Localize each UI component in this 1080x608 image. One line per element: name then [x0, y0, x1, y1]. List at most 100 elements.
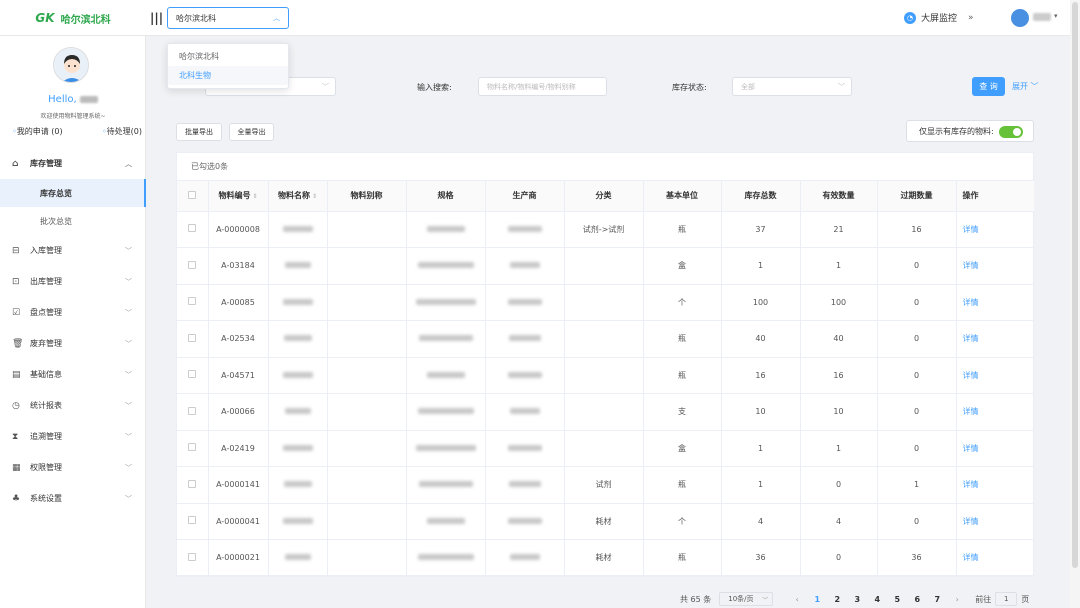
row-checkbox[interactable] [177, 503, 209, 540]
row-checkbox[interactable] [177, 211, 209, 248]
goto-input[interactable]: 1 [995, 592, 1018, 606]
cell-maker [485, 211, 565, 248]
user-avatar[interactable] [1011, 9, 1029, 27]
row-checkbox[interactable] [177, 320, 209, 358]
cell-maker [485, 357, 565, 394]
cell-action: 详情 [956, 430, 1034, 467]
cell-total: 1 [721, 247, 801, 285]
table-row[interactable]: A-0000008 试剂->试剂瓶 37 21 16 详情 [177, 211, 1034, 248]
page-scrollbar-thumb[interactable] [1072, 2, 1078, 568]
sidebar-item-settings[interactable]: ♣ 系统设置 ﹀ [0, 483, 146, 514]
cell-code: A-00066 [208, 393, 269, 431]
table-row[interactable]: A-0000021 耗材瓶 36 0 36 详情 [177, 539, 1034, 577]
col-header-name[interactable]: 物料名称 ⇕ [268, 181, 328, 212]
sidebar-item-inbound[interactable]: ⊟ 入库管理 ﹀ [0, 235, 146, 266]
sidebar-item-trace[interactable]: ⧗ 追溯管理 ﹀ [0, 421, 146, 452]
task-counts: ◦我的申请 (0) ◦待处理(0) [12, 126, 142, 137]
detail-link[interactable]: 详情 [963, 261, 979, 270]
sort-icon[interactable]: ⇕ [252, 193, 257, 200]
cell-valid: 21 [800, 211, 878, 248]
stock-table: 已勾选0条 物料编号 ⇕ 物料名称 ⇕ 物料别称 规格 生产商 分类 基本单位 库存… [176, 152, 1034, 577]
detail-link[interactable]: 详情 [963, 225, 979, 234]
cell-spec [406, 357, 486, 394]
row-checkbox[interactable] [177, 393, 209, 431]
detail-link[interactable]: 详情 [963, 517, 979, 526]
detail-link[interactable]: 详情 [963, 407, 979, 416]
page-number[interactable]: 4 [867, 595, 887, 604]
all-export-button[interactable]: 全量导出 [229, 123, 274, 141]
expand-button[interactable]: 展开 ﹀ [1012, 81, 1039, 92]
prev-page-icon[interactable]: ‹ [787, 595, 807, 604]
page-number[interactable]: 3 [847, 595, 867, 604]
table-row[interactable]: A-02419 盒 1 1 0 详情 [177, 430, 1034, 467]
pending-link[interactable]: ◦待处理(0) [102, 126, 142, 137]
page-size-select[interactable]: 10条/页 ﹀ [719, 592, 774, 606]
row-checkbox[interactable] [177, 466, 209, 504]
row-checkbox[interactable] [177, 357, 209, 394]
select-all-checkbox[interactable] [177, 181, 209, 212]
cell-name [268, 393, 328, 431]
row-checkbox[interactable] [177, 284, 209, 321]
detail-link[interactable]: 详情 [963, 298, 979, 307]
table-row[interactable]: A-02534 瓶 40 40 0 详情 [177, 320, 1034, 358]
page-list: 1234567 [807, 595, 947, 604]
cell-total: 100 [721, 284, 801, 321]
table-row[interactable]: A-00066 支 10 10 0 详情 [177, 393, 1034, 431]
row-checkbox[interactable] [177, 539, 209, 577]
cell-name [268, 466, 328, 504]
table-row[interactable]: A-03184 盒 1 1 0 详情 [177, 247, 1034, 285]
table-row[interactable]: A-04571 瓶 16 16 0 详情 [177, 357, 1034, 394]
caret-down-icon[interactable]: ▾ [1054, 12, 1058, 20]
menu-toggle-icon[interactable]: ||| [150, 11, 163, 25]
sidebar-item-stock-overview[interactable]: 库存总览 [0, 179, 146, 207]
table-row[interactable]: A-00085 个 100 100 0 详情 [177, 284, 1034, 321]
row-checkbox[interactable] [177, 247, 209, 285]
detail-link[interactable]: 详情 [963, 371, 979, 380]
detail-link[interactable]: 详情 [963, 444, 979, 453]
sort-icon[interactable]: ⇕ [312, 193, 317, 200]
sidebar-item-discard[interactable]: 🗑 废弃管理 ﹀ [0, 328, 146, 359]
page-number[interactable]: 6 [907, 595, 927, 604]
sidebar-item-stock[interactable]: ⌂ 库存管理 ︿ [0, 148, 146, 179]
app-logo[interactable]: GK 哈尔滨北科 [0, 0, 146, 36]
query-button[interactable]: 查 询 [972, 77, 1005, 96]
row-checkbox[interactable] [177, 430, 209, 467]
inbound-icon: ⊟ [12, 245, 20, 256]
double-arrow-right-icon: » [968, 12, 974, 23]
sidebar-item-inventory-check[interactable]: ☑ 盘点管理 ﹀ [0, 297, 146, 328]
org-option-selected[interactable]: 北科生物 [168, 66, 288, 85]
col-header-code[interactable]: 物料编号 ⇕ [208, 181, 269, 212]
cell-action: 详情 [956, 503, 1034, 540]
page-number[interactable]: 2 [827, 595, 847, 604]
search-input[interactable]: 物料名称/物料编号/物料别称 [478, 77, 607, 96]
sidebar-item-basic-info[interactable]: ▤ 基础信息 ﹀ [0, 359, 146, 390]
sidebar-item-outbound[interactable]: ⊡ 出库管理 ﹀ [0, 266, 146, 297]
sidebar-item-reports[interactable]: ◷ 统计报表 ﹀ [0, 390, 146, 421]
table-row[interactable]: A-0000041 耗材个 4 4 0 详情 [177, 503, 1034, 540]
page-number[interactable]: 1 [807, 595, 827, 604]
cell-action: 详情 [956, 393, 1034, 431]
cell-total: 10 [721, 393, 801, 431]
only-stock-switch[interactable] [999, 126, 1023, 138]
status-select[interactable]: 全部 ﹀ [732, 77, 852, 96]
org-select[interactable]: 哈尔滨北科 ︿ [167, 7, 289, 29]
col-header-unit: 基本单位 [643, 181, 722, 212]
detail-link[interactable]: 详情 [963, 334, 979, 343]
next-page-icon[interactable]: › [947, 595, 967, 604]
batch-export-button[interactable]: 批量导出 [176, 123, 222, 141]
detail-link[interactable]: 详情 [963, 480, 979, 489]
only-stock-toggle[interactable]: 仅显示有库存的物料: [906, 120, 1034, 142]
org-option[interactable]: 哈尔滨北科 [168, 47, 288, 66]
my-apply-link[interactable]: ◦我的申请 (0) [12, 126, 63, 137]
profile-avatar [53, 47, 89, 83]
page-number[interactable]: 5 [887, 595, 907, 604]
monitor-link[interactable]: ◔ 大屏监控 » [904, 11, 974, 24]
sidebar-item-permissions[interactable]: ▦ 权限管理 ﹀ [0, 452, 146, 483]
page-number[interactable]: 7 [927, 595, 947, 604]
table-row[interactable]: A-0000141 试剂瓶 1 0 1 详情 [177, 466, 1034, 504]
sidebar: Hello, 欢迎使用物料管理系统~ ◦我的申请 (0) ◦待处理(0) ⌂ 库… [0, 36, 146, 608]
blurred-text [282, 298, 313, 305]
detail-link[interactable]: 详情 [963, 553, 979, 562]
cell-name [268, 539, 328, 577]
sidebar-item-batch-overview[interactable]: 批次总览 [0, 207, 146, 235]
